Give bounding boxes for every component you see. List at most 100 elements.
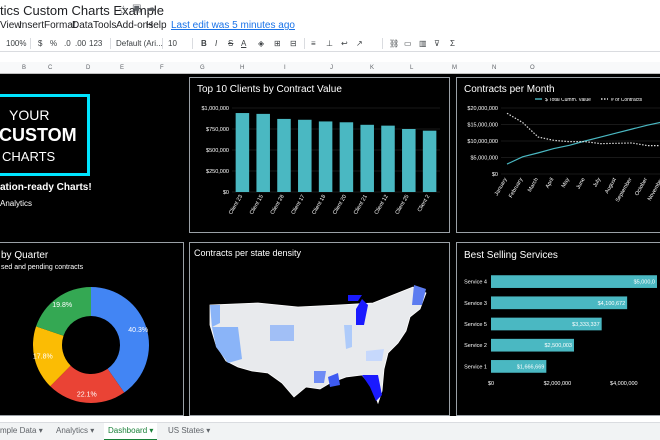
tab-analytics[interactable]: Analytics ▾	[56, 426, 94, 435]
number-format-button[interactable]: 123	[89, 39, 102, 48]
column-header[interactable]: B	[22, 65, 26, 71]
x-tick-label: September	[615, 177, 634, 203]
panel-contracts-month[interactable]: Contracts per Month $ Total Cumm. Value #…	[456, 77, 660, 233]
x-tick-label: $4,000,000	[610, 381, 638, 387]
legend-label: $ Total Cumm. Value	[545, 98, 591, 103]
increase-decimal-button[interactable]: .00	[75, 39, 86, 48]
x-tick-label: Client 20	[332, 194, 348, 216]
y-tick-label: $20,000,000	[467, 106, 498, 112]
percent-button[interactable]: %	[50, 39, 57, 48]
x-tick-label: Client 25	[394, 194, 410, 216]
y-tick-label: Service 1	[464, 364, 487, 370]
column-header[interactable]: C	[48, 65, 52, 71]
font-select[interactable]: Default (Ari...	[116, 39, 163, 48]
x-tick-label: January	[494, 177, 509, 197]
subtitle: Analytics	[0, 199, 33, 208]
text-wrap-icon[interactable]: ↩	[341, 39, 348, 48]
link-icon[interactable]: ⛓	[389, 39, 399, 48]
insert-chart-icon[interactable]: ▥	[419, 39, 427, 48]
y-tick-label: $0	[223, 190, 229, 196]
column-header[interactable]: F	[160, 65, 164, 71]
strikethrough-button[interactable]: S	[228, 39, 233, 48]
x-tick-label: October	[634, 177, 649, 197]
panel-top-clients[interactable]: Top 10 Clients by Contract Value $0 $250,…	[189, 77, 450, 233]
decrease-decimal-button[interactable]: .0	[64, 39, 71, 48]
tab-dashboard[interactable]: Dashboard ▾	[104, 423, 158, 440]
column-header[interactable]: E	[120, 65, 124, 71]
merge-cells-icon[interactable]: ⊟	[290, 39, 297, 48]
bold-button[interactable]: B	[201, 39, 207, 48]
toolbar: 100% $ % .0 .00 123 Default (Ari... 10 B…	[0, 34, 660, 52]
tab-label: Analytics	[56, 426, 89, 435]
menu-data[interactable]: Data	[72, 20, 93, 31]
italic-button[interactable]: I	[215, 39, 217, 48]
column-header[interactable]: N	[492, 65, 496, 71]
tab-label: Dashboard	[108, 426, 148, 435]
chart-subtitle: sed and pending contracts	[1, 264, 84, 271]
slice-label: 17.8%	[33, 353, 53, 360]
zoom-select[interactable]: 100%	[6, 39, 26, 48]
column-header[interactable]: H	[240, 65, 244, 71]
slice-label: 22.1%	[77, 391, 97, 398]
bar	[277, 118, 291, 192]
x-tick-label: $2,000,000	[544, 381, 572, 387]
functions-button[interactable]: Σ	[450, 39, 455, 48]
panel-quarter[interactable]: by Quarter sed and pending contracts 40.…	[0, 242, 184, 416]
document-title-bar: tics Custom Charts Example ☆ ▣ ☁	[0, 3, 164, 18]
column-header[interactable]: G	[200, 65, 205, 71]
x-tick-label: $0	[488, 381, 494, 387]
column-header[interactable]: L	[410, 65, 413, 71]
x-tick-label: Client 12	[374, 194, 390, 216]
bar	[318, 121, 333, 192]
y-tick-label: Service 2	[464, 343, 487, 349]
column-headers: B C D E F G H I J K L M N O	[0, 62, 660, 74]
bar	[256, 113, 270, 192]
comment-icon[interactable]: ▭	[404, 39, 412, 48]
x-tick-label: July	[592, 177, 602, 189]
x-tick-label: Client 17	[290, 194, 306, 216]
bar	[339, 122, 354, 192]
text-color-button[interactable]: A	[241, 39, 246, 48]
menu-tools[interactable]: Tools	[93, 20, 116, 31]
menu-format[interactable]: Format	[44, 20, 76, 31]
menu-insert[interactable]: Insert	[19, 20, 44, 31]
cloud-icon[interactable]: ☁	[146, 3, 156, 14]
align-vertical-icon[interactable]: ⊥	[326, 39, 333, 48]
panel-best-services[interactable]: Best Selling Services Service 4 $5,000,0 S…	[456, 242, 660, 416]
x-tick-label: Client 28	[270, 194, 286, 216]
menu-help[interactable]: Help	[146, 20, 167, 31]
font-size-select[interactable]: 10	[168, 39, 177, 48]
top-clients-chart: $0 $250,000 $500,000 $750,000 $1,000,000 Clie…	[201, 106, 440, 216]
text-rotate-icon[interactable]: ↗	[356, 39, 363, 48]
data-label: $4,100,672	[598, 301, 626, 307]
folder-icon[interactable]: ▣	[132, 3, 141, 14]
x-tick-label: November	[647, 177, 660, 202]
column-header[interactable]: J	[330, 65, 333, 71]
logo-line-1: YOUR	[9, 107, 50, 123]
currency-button[interactable]: $	[38, 39, 42, 48]
tab-label: US States	[168, 426, 205, 435]
slice-label: 19.8%	[52, 302, 72, 309]
filter-icon[interactable]: ⊽	[434, 39, 440, 48]
bar	[381, 125, 395, 192]
contracts-month-chart: $ Total Cumm. Value # of Contracts $0 $5,00…	[467, 98, 660, 203]
y-tick-label: $500,000	[206, 148, 229, 154]
align-horizontal-icon[interactable]: ≡	[311, 39, 316, 48]
tab-sample-data[interactable]: mple Data ▾	[0, 426, 43, 435]
y-tick-label: $15,000,000	[467, 123, 498, 129]
column-header[interactable]: M	[452, 65, 457, 71]
column-header[interactable]: D	[86, 65, 90, 71]
tab-us-states[interactable]: US States ▾	[168, 426, 210, 435]
star-icon[interactable]: ☆	[118, 3, 129, 17]
y-tick-label: $5,000,000	[470, 156, 498, 162]
fill-color-icon[interactable]: ◈	[258, 39, 264, 48]
borders-icon[interactable]: ⊞	[274, 39, 281, 48]
x-tick-label: August	[604, 177, 618, 195]
column-header[interactable]: O	[530, 65, 535, 71]
column-header[interactable]: K	[370, 65, 374, 71]
x-tick-label: March	[527, 177, 540, 193]
panel-state-map[interactable]: Contracts per state density	[189, 242, 450, 416]
column-header[interactable]: I	[284, 65, 286, 71]
last-edit-link[interactable]: Last edit was 5 minutes ago	[171, 20, 295, 31]
bar	[298, 119, 312, 192]
